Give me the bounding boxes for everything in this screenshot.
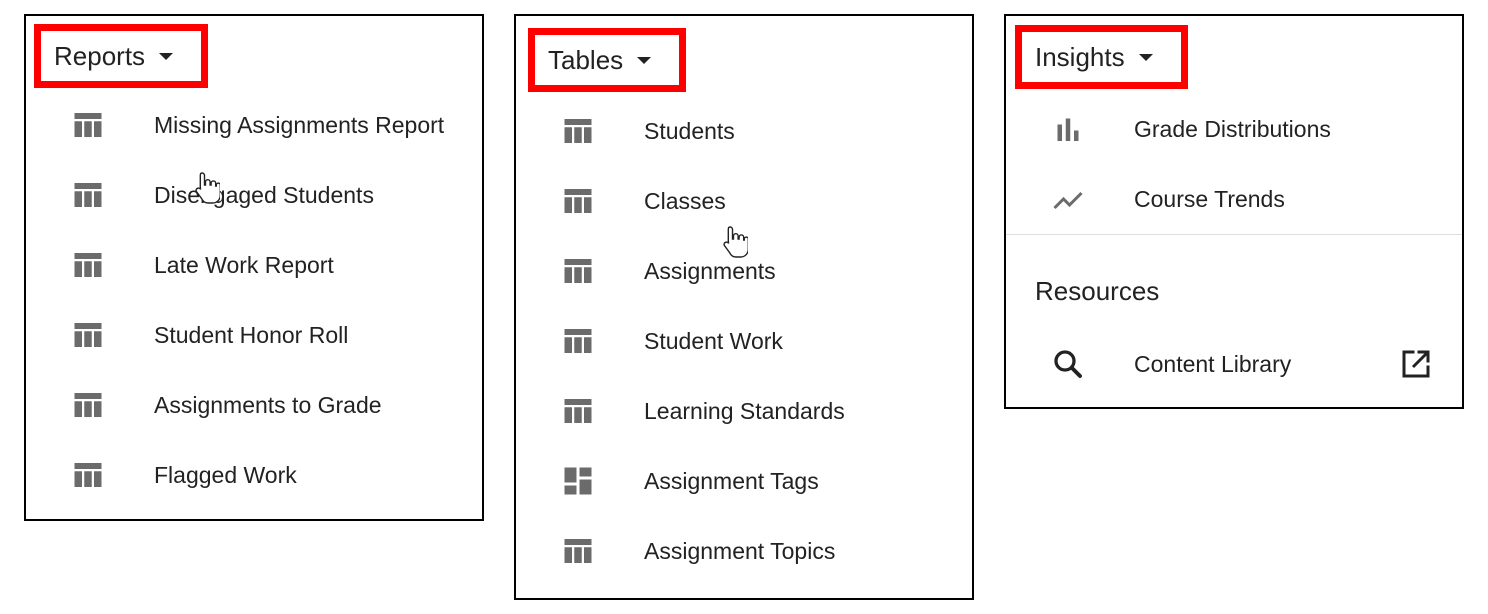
resource-item-label: Content Library	[1134, 350, 1292, 377]
table-icon	[560, 253, 596, 289]
table-icon	[70, 177, 106, 213]
divider	[1006, 234, 1462, 235]
menu-item-label: Late Work Report	[154, 251, 334, 278]
table-icon	[560, 113, 596, 149]
menu-item-label: Student Honor Roll	[154, 321, 349, 348]
search-icon	[1050, 346, 1086, 382]
insights-label: Insights	[1035, 41, 1125, 72]
table-icon	[70, 317, 106, 353]
menu-item-assignment-tags[interactable]: Assignment Tags	[516, 455, 972, 507]
menu-item-label: Student Work	[644, 327, 783, 354]
dashboard-icon	[560, 463, 596, 499]
insights-dropdown-button[interactable]: Insights	[1015, 25, 1188, 89]
menu-item-disengaged-students[interactable]: Disengaged Students	[26, 169, 482, 221]
tables-dropdown-button[interactable]: Tables	[528, 28, 686, 92]
reports-menu: Reports Missing Assignments Report Disen…	[24, 14, 484, 521]
menu-item-label: Assignments	[644, 257, 776, 284]
bar-chart-icon	[1050, 111, 1086, 147]
menu-item-assignment-topics[interactable]: Assignment Topics	[516, 525, 972, 577]
menu-item-label: Assignments to Grade	[154, 391, 382, 418]
menu-item-late-work-report[interactable]: Late Work Report	[26, 239, 482, 291]
menu-item-grade-distributions[interactable]: Grade Distributions	[1006, 103, 1462, 155]
open-in-new-icon[interactable]	[1398, 346, 1434, 382]
menu-item-assignments[interactable]: Assignments	[516, 245, 972, 297]
table-icon	[70, 247, 106, 283]
menu-item-label: Course Trends	[1134, 185, 1285, 212]
table-icon	[560, 323, 596, 359]
table-icon	[70, 387, 106, 423]
table-icon	[70, 457, 106, 493]
table-icon	[560, 183, 596, 219]
menu-item-label: Assignment Tags	[644, 467, 819, 494]
menu-item-students[interactable]: Students	[516, 105, 972, 157]
table-icon	[70, 107, 106, 143]
menu-item-label: Flagged Work	[154, 461, 297, 488]
caret-down-icon	[159, 52, 174, 60]
menu-item-label: Assignment Topics	[644, 537, 836, 564]
insights-menu: Insights Grade Distributions Course Tren…	[1004, 14, 1464, 409]
menu-item-classes[interactable]: Classes	[516, 175, 972, 227]
table-icon	[560, 393, 596, 429]
menu-item-course-trends[interactable]: Course Trends	[1006, 173, 1462, 225]
caret-down-icon	[637, 56, 652, 64]
tables-menu: Tables Students Classes Assignments Stud…	[514, 14, 974, 600]
tables-label: Tables	[548, 44, 624, 75]
menu-item-student-work[interactable]: Student Work	[516, 315, 972, 367]
menu-item-label: Missing Assignments Report	[154, 111, 445, 138]
reports-label: Reports	[54, 40, 146, 71]
resources-section-title: Resources	[1035, 276, 1160, 306]
menu-item-label: Grade Distributions	[1134, 115, 1331, 142]
menu-item-label: Disengaged Students	[154, 181, 374, 208]
menu-item-assignments-to-grade[interactable]: Assignments to Grade	[26, 379, 482, 431]
menu-item-student-honor-roll[interactable]: Student Honor Roll	[26, 309, 482, 361]
menu-item-label: Students	[644, 117, 735, 144]
menu-item-label: Classes	[644, 187, 726, 214]
caret-down-icon	[1138, 53, 1153, 61]
reports-dropdown-button[interactable]: Reports	[34, 24, 208, 88]
menu-item-missing-assignments-report[interactable]: Missing Assignments Report	[26, 99, 482, 151]
menu-item-label: Learning Standards	[644, 397, 845, 424]
table-icon	[560, 533, 596, 569]
trend-line-icon	[1050, 181, 1086, 217]
menu-item-flagged-work[interactable]: Flagged Work	[26, 449, 482, 501]
resource-item-content-library[interactable]: Content Library	[1006, 338, 1462, 390]
menu-item-learning-standards[interactable]: Learning Standards	[516, 385, 972, 437]
